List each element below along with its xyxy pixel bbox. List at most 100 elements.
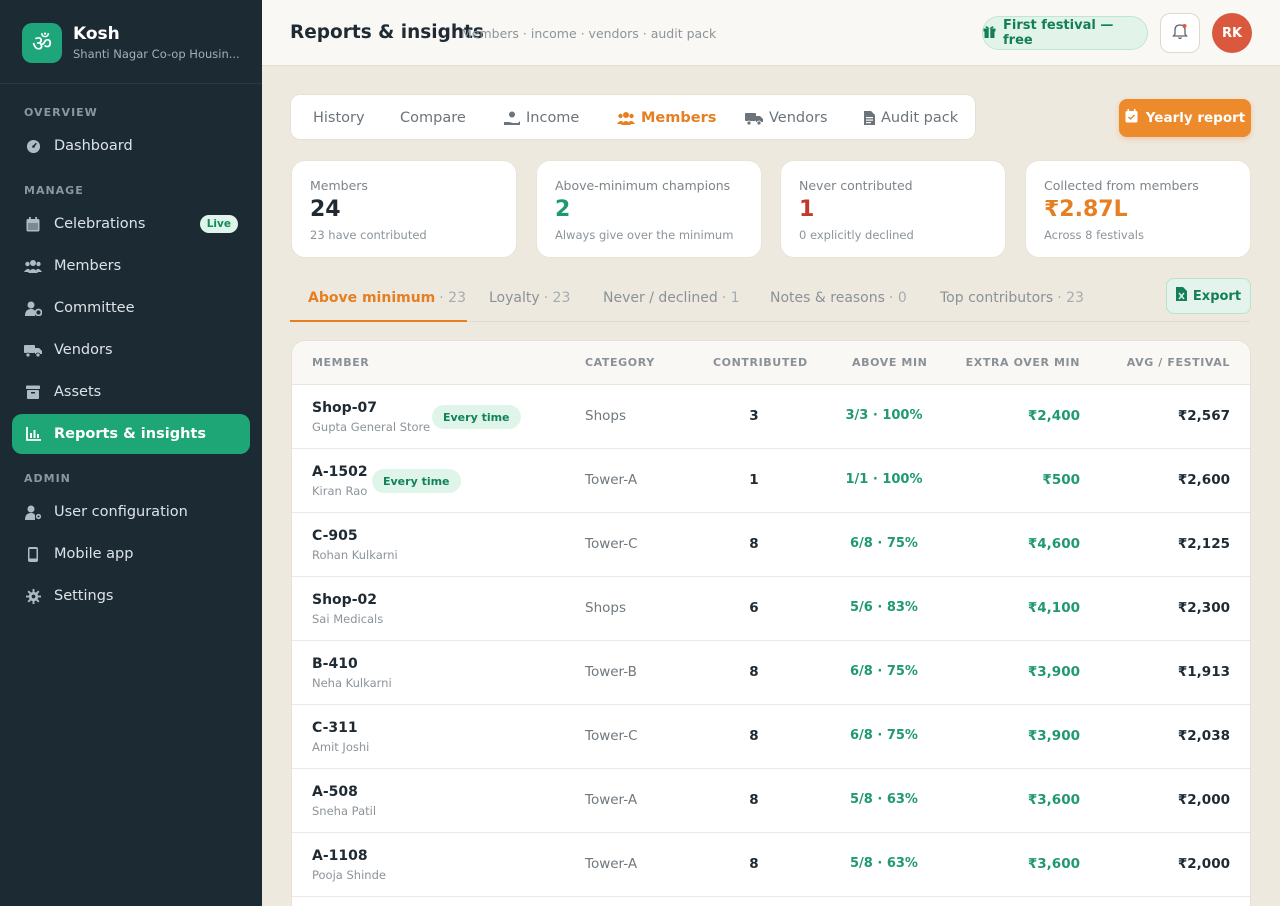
- column-header-member[interactable]: MEMBER: [312, 356, 369, 369]
- stat-label: Never contributed: [799, 178, 913, 193]
- sidebar-item-celebrations[interactable]: Celebrations Live: [12, 204, 250, 244]
- om-logo-icon: ॐ: [22, 22, 62, 63]
- hand-coin-icon: [504, 111, 520, 126]
- member-name: Sai Medicals: [312, 612, 384, 626]
- tab-label: Members: [641, 110, 717, 126]
- table-row[interactable]: Shop-02 Sai Medicals Shops 6 5/6 · 83% ₹…: [292, 577, 1250, 641]
- export-label: Export: [1192, 288, 1242, 304]
- sidebar-item-label: Committee: [54, 300, 135, 316]
- subtab-label: Notes & reasons: [770, 290, 885, 306]
- member-category: Tower-C: [585, 536, 638, 552]
- column-header-category[interactable]: CATEGORY: [585, 356, 655, 369]
- tab-compare[interactable]: Compare: [400, 95, 466, 141]
- column-header-extra-over-min[interactable]: EXTRA OVER MIN: [966, 356, 1080, 369]
- sidebar-item-assets[interactable]: Assets: [12, 372, 250, 412]
- tab-label: Vendors: [769, 110, 828, 126]
- tab-members[interactable]: Members: [617, 95, 716, 141]
- table-row[interactable]: C-905 Rohan Kulkarni Tower-C 8 6/8 · 75%…: [292, 513, 1250, 577]
- member-category: Tower-A: [585, 792, 638, 808]
- page-subtitle: Members · income · vendors · audit pack: [461, 26, 717, 41]
- sidebar-item-dashboard[interactable]: Dashboard: [12, 126, 250, 166]
- subtab-count: · 1: [721, 290, 740, 306]
- sidebar-item-label: Members: [54, 258, 122, 274]
- stat-subtext: 0 explicitly declined: [799, 228, 914, 242]
- subtab-count: · 0: [888, 290, 907, 306]
- member-name: Kiran Rao: [312, 484, 368, 498]
- sidebar-item-mobile-app[interactable]: Mobile app: [12, 534, 250, 574]
- table-row[interactable]: C-311 Amit Joshi Tower-C 8 6/8 · 75% ₹3,…: [292, 705, 1250, 769]
- member-name: Neha Kulkarni: [312, 676, 392, 690]
- yearly-report-button[interactable]: Yearly report: [1119, 99, 1251, 137]
- notifications-button[interactable]: [1160, 13, 1200, 53]
- extra-over-min: ₹3,600: [1027, 792, 1080, 808]
- brand-name: Kosh: [73, 24, 120, 44]
- society-name: Shanti Nagar Co-op Housin...: [73, 47, 240, 61]
- subtab-top-contributors[interactable]: Top contributors · 23: [940, 282, 1084, 322]
- stat-label: Members: [310, 178, 368, 193]
- extra-over-min: ₹500: [1042, 472, 1080, 488]
- subtab-above-minimum[interactable]: Above minimum · 23: [290, 282, 467, 322]
- subtab-never-declined[interactable]: Never / declined · 1: [603, 282, 740, 322]
- tab-label: Audit pack: [881, 110, 959, 126]
- column-header-contributed[interactable]: CONTRIBUTED: [713, 356, 808, 369]
- avg-per-festival: ₹2,000: [1177, 856, 1230, 872]
- user-cog-icon: [24, 503, 42, 521]
- tab-history[interactable]: History: [313, 95, 365, 141]
- member-category: Tower-C: [585, 728, 638, 744]
- subtab-label: Loyalty: [489, 290, 540, 306]
- table-row[interactable]: B-410 Neha Kulkarni Tower-B 8 6/8 · 75% …: [292, 641, 1250, 705]
- subtab-label: Never / declined: [603, 290, 718, 306]
- member-name: Amit Joshi: [312, 740, 370, 754]
- sidebar-item-committee[interactable]: Committee: [12, 288, 250, 328]
- subtab-loyalty[interactable]: Loyalty · 23: [489, 282, 570, 322]
- every-time-badge: Every time: [432, 405, 521, 429]
- sidebar-item-members[interactable]: Members: [12, 246, 250, 286]
- export-button[interactable]: Export: [1166, 278, 1251, 314]
- avg-per-festival: ₹2,600: [1177, 472, 1230, 488]
- subtab-label: Top contributors: [940, 290, 1054, 306]
- truck-icon: [24, 341, 42, 359]
- sidebar-item-reports[interactable]: Reports & insights: [12, 414, 250, 454]
- contributed-count: 8: [749, 856, 759, 872]
- sidebar-item-vendors[interactable]: Vendors: [12, 330, 250, 370]
- table-row[interactable]: Shop-07 Gupta General Store Every time S…: [292, 385, 1250, 449]
- stat-label: Above-minimum champions: [555, 178, 731, 193]
- table-row[interactable]: A-1502 Kiran Rao Every time Tower-A 1 1/…: [292, 449, 1250, 513]
- brand[interactable]: ॐ Kosh Shanti Nagar Co-op Housin...: [0, 0, 262, 84]
- above-min-ratio: 5/8 · 63%: [850, 792, 918, 807]
- tab-vendors[interactable]: Vendors: [745, 95, 828, 141]
- members-table: MEMBER CATEGORY CONTRIBUTED ABOVE MIN EX…: [291, 340, 1251, 906]
- stat-value: ₹2.87L: [1044, 197, 1128, 222]
- contributed-count: 6: [749, 600, 759, 616]
- member-code: A-1502: [312, 464, 368, 480]
- table-row[interactable]: A-1108 Pooja Shinde Tower-A 8 5/8 · 63% …: [292, 833, 1250, 897]
- avg-per-festival: ₹2,567: [1177, 408, 1230, 424]
- table-row[interactable]: A-508 Sneha Patil Tower-A 8 5/8 · 63% ₹3…: [292, 769, 1250, 833]
- above-min-ratio: 6/8 · 75%: [850, 728, 918, 743]
- member-name: Sneha Patil: [312, 804, 377, 818]
- member-category: Tower-B: [585, 664, 637, 680]
- extra-over-min: ₹3,900: [1027, 728, 1080, 744]
- file-icon: [864, 111, 875, 125]
- top-header: Reports & insights Members · income · ve…: [262, 0, 1280, 66]
- stat-subtext: Across 8 festivals: [1044, 228, 1144, 242]
- stat-subtext: 23 have contributed: [310, 228, 427, 242]
- sidebar-item-label: Vendors: [54, 342, 113, 358]
- column-header-above-min[interactable]: ABOVE MIN: [852, 356, 927, 369]
- user-avatar[interactable]: RK: [1212, 13, 1252, 53]
- above-min-ratio: 6/8 · 75%: [850, 664, 918, 679]
- above-min-ratio: 6/8 · 75%: [850, 536, 918, 551]
- tab-audit-pack[interactable]: Audit pack: [864, 95, 958, 141]
- every-time-badge: Every time: [372, 469, 461, 493]
- subtab-notes-reasons[interactable]: Notes & reasons · 0: [770, 282, 907, 322]
- tab-income[interactable]: Income: [504, 95, 579, 141]
- contributed-count: 3: [749, 408, 759, 424]
- sidebar-item-user-configuration[interactable]: User configuration: [12, 492, 250, 532]
- extra-over-min: ₹4,600: [1027, 536, 1080, 552]
- stat-value: 2: [555, 197, 571, 222]
- sidebar-item-settings[interactable]: Settings: [12, 576, 250, 616]
- column-header-avg-festival[interactable]: AVG / FESTIVAL: [1127, 356, 1230, 369]
- above-min-ratio: 5/8 · 63%: [850, 856, 918, 871]
- first-festival-free-button[interactable]: First festival — free: [982, 16, 1148, 50]
- archive-icon: [24, 383, 42, 401]
